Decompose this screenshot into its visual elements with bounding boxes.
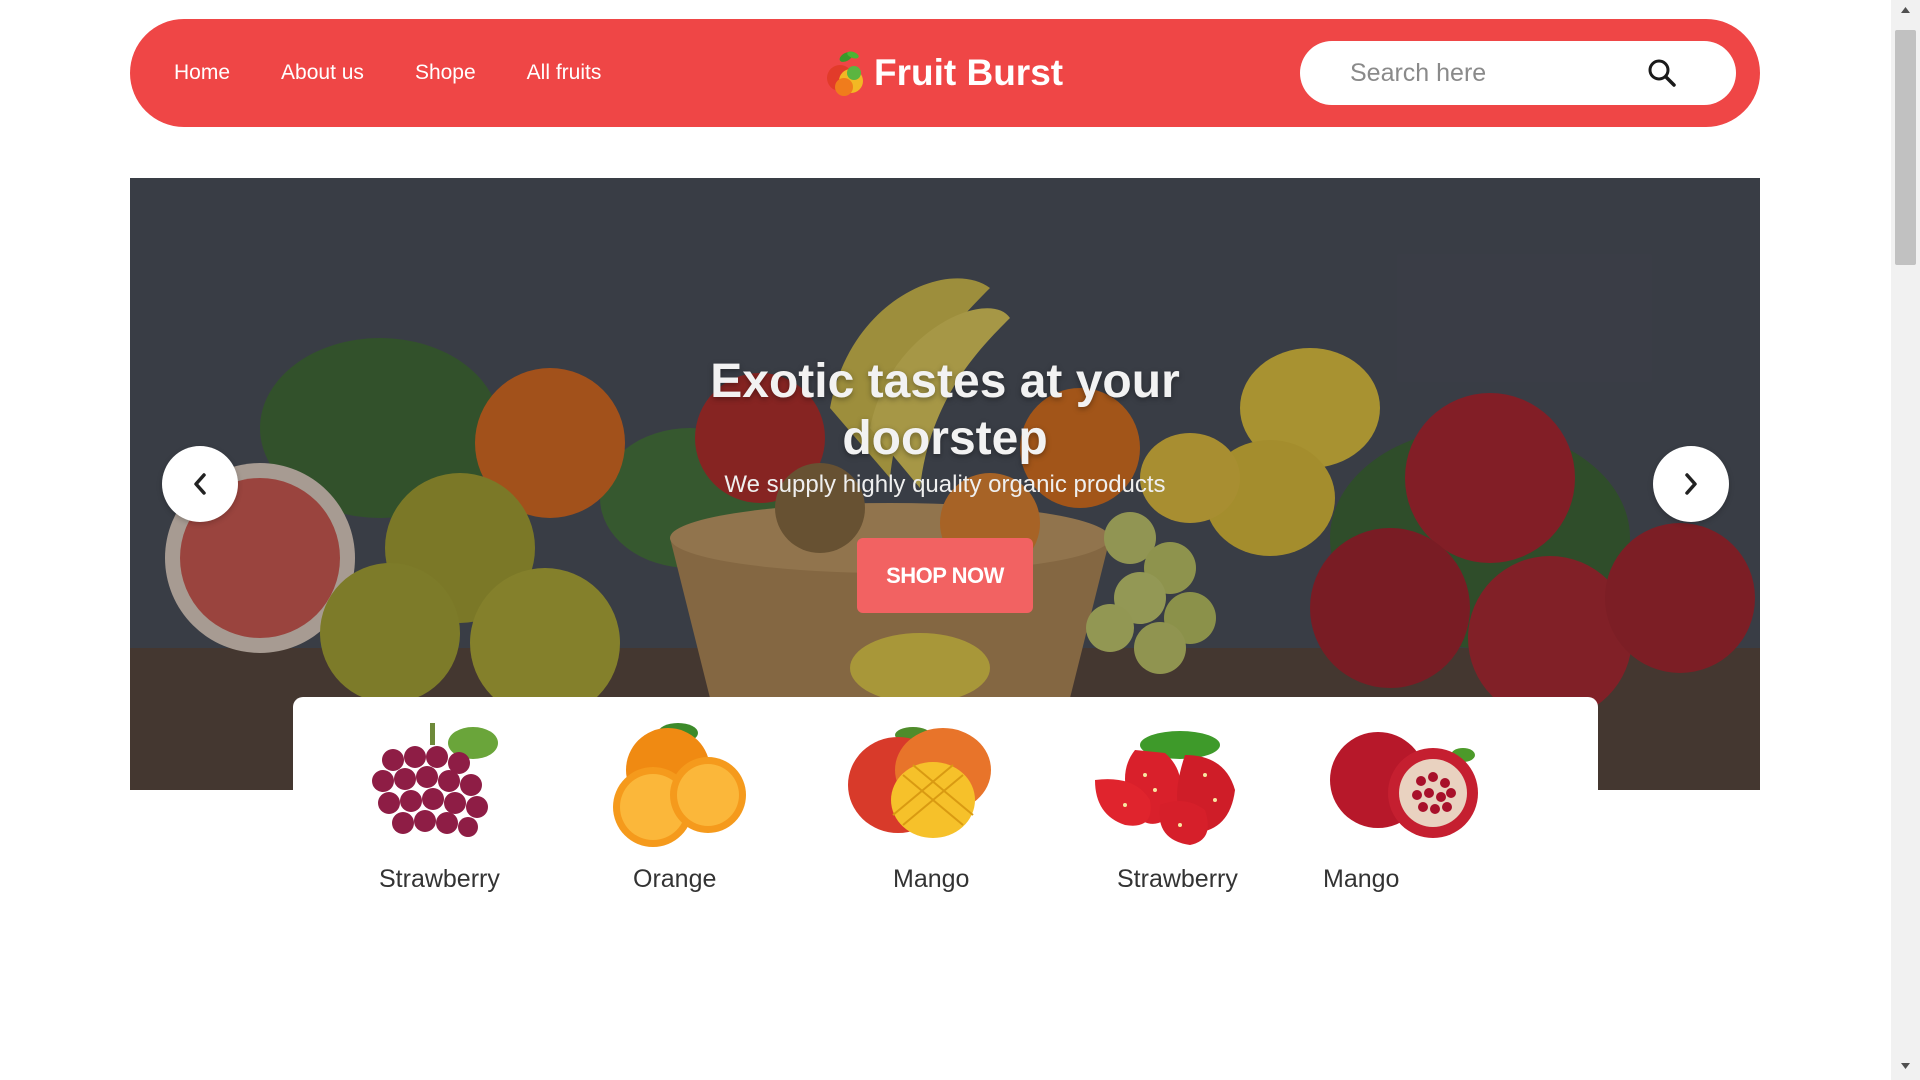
carousel-next-button[interactable] xyxy=(1653,446,1729,522)
hero-title: Exotic tastes at your doorstep xyxy=(710,355,1180,465)
page-scrollbar[interactable] xyxy=(1891,0,1920,1080)
search-bar xyxy=(1300,41,1736,105)
category-item[interactable]: Strawberry xyxy=(1065,715,1285,905)
carousel-prev-button[interactable] xyxy=(162,446,238,522)
category-item[interactable]: Mango xyxy=(1293,715,1513,905)
top-navbar: Home About us Shope All fruits Fruit Bur… xyxy=(130,19,1760,127)
nav-link-about-us[interactable]: About us xyxy=(281,61,364,85)
mango-image xyxy=(848,727,991,838)
strawberry-image xyxy=(1095,731,1235,845)
category-item[interactable]: Mango xyxy=(813,715,1033,905)
category-item[interactable]: Orange xyxy=(573,715,793,905)
hero-subtitle: We supply highly quality organic product… xyxy=(724,471,1166,498)
brand-logo-link[interactable]: Fruit Burst xyxy=(820,43,1063,103)
category-label: Mango xyxy=(1323,865,1400,893)
category-label: Strawberry xyxy=(379,865,500,893)
brand-name: Fruit Burst xyxy=(874,52,1064,93)
shop-now-button[interactable]: SHOP NOW xyxy=(857,538,1033,613)
category-label: Strawberry xyxy=(1117,865,1238,893)
pomegranate-image xyxy=(1330,732,1478,838)
grapes-image xyxy=(372,723,498,837)
category-label: Mango xyxy=(893,865,970,893)
orange-image xyxy=(613,723,746,847)
search-icon[interactable] xyxy=(1646,57,1678,89)
fruit-logo-icon xyxy=(827,51,863,96)
category-item[interactable]: Strawberry xyxy=(323,715,543,905)
scroll-up-arrow-icon[interactable] xyxy=(1900,6,1911,14)
scroll-down-arrow-icon[interactable] xyxy=(1900,1062,1911,1070)
search-input[interactable] xyxy=(1350,53,1650,93)
nav-link-all-fruits[interactable]: All fruits xyxy=(527,61,602,85)
chevron-right-icon xyxy=(1685,473,1697,495)
nav-link-shope[interactable]: Shope xyxy=(415,61,476,85)
category-label: Orange xyxy=(633,865,717,893)
nav-link-home[interactable]: Home xyxy=(174,61,230,85)
scrollbar-thumb[interactable] xyxy=(1895,30,1916,265)
main-nav: Home About us Shope All fruits xyxy=(174,19,601,127)
fruit-category-strip: Strawberry Orange Mango Strawberry Mango xyxy=(293,697,1598,917)
chevron-left-icon xyxy=(194,473,206,495)
